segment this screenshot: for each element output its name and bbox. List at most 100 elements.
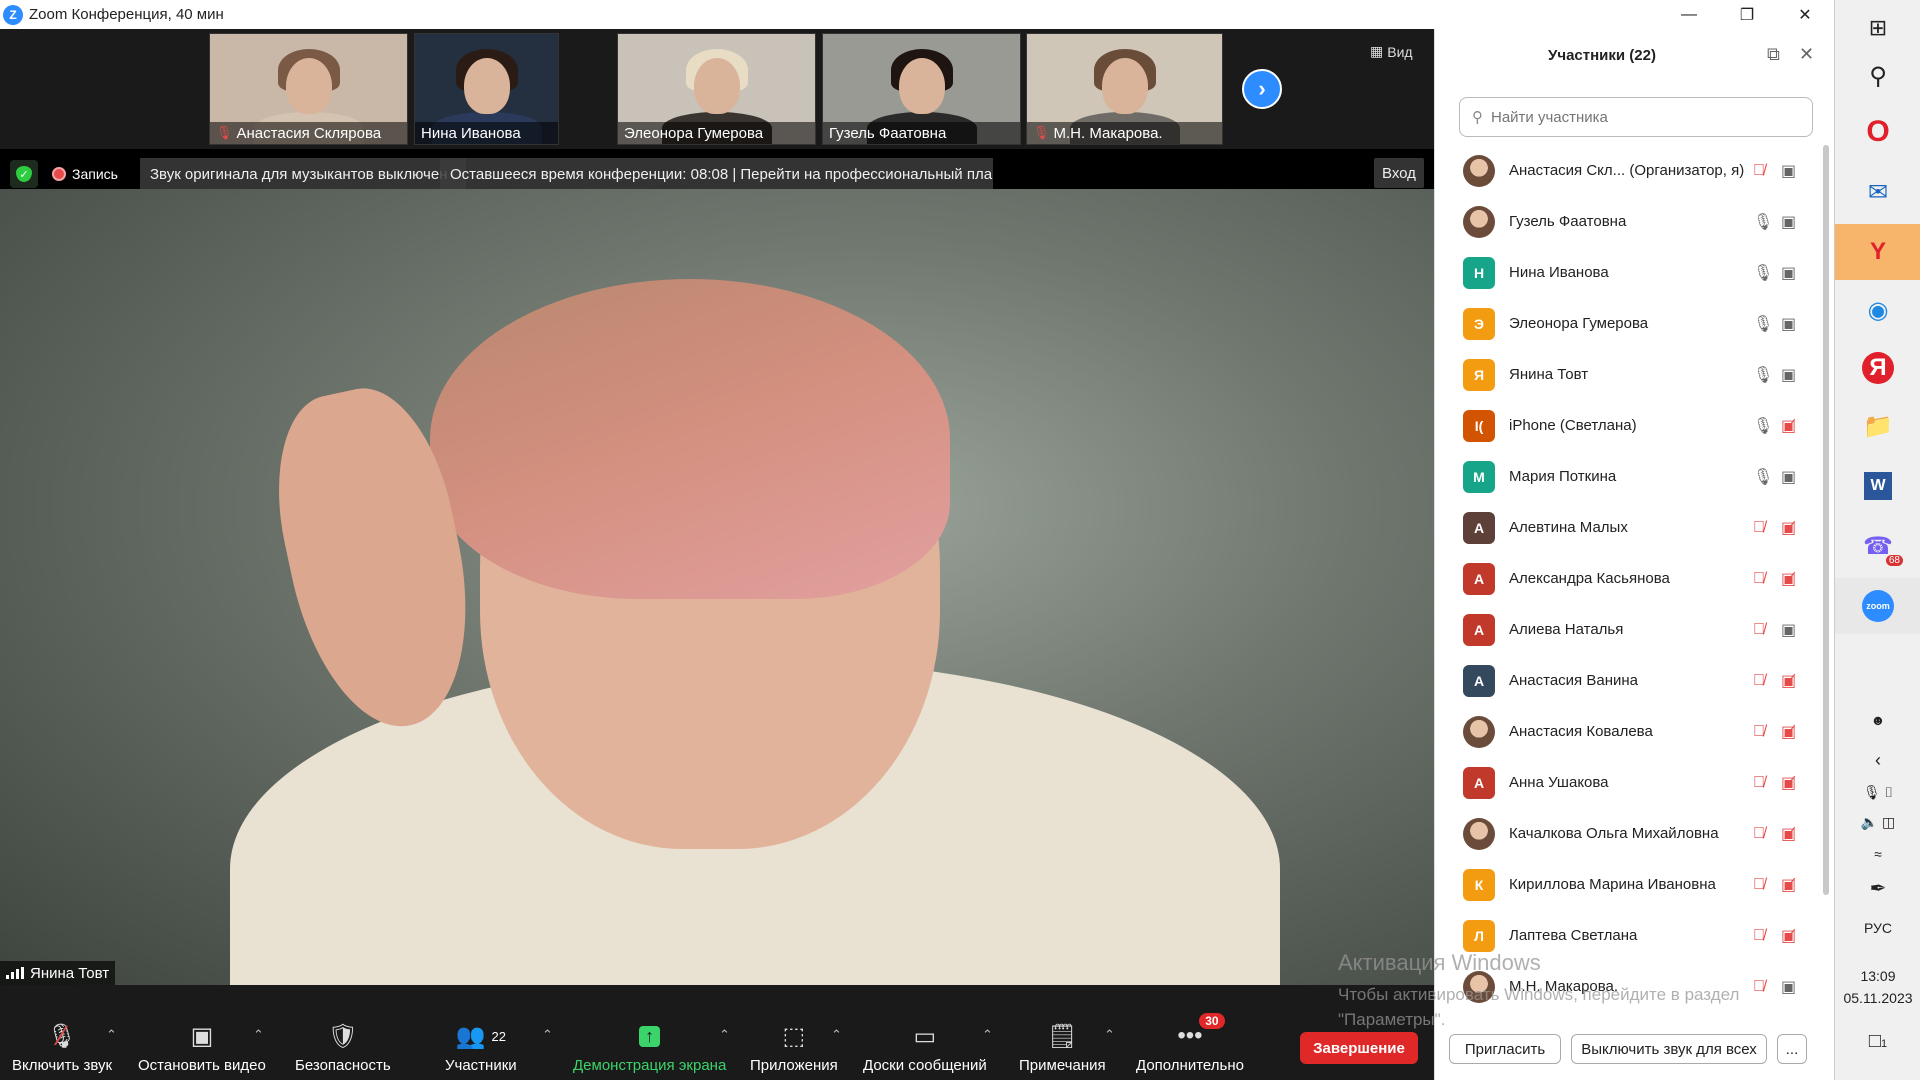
- participant-row[interactable]: Гузель Фаатовна 🎙 ▣: [1435, 196, 1825, 247]
- participant-row[interactable]: Н Нина Иванова 🎙 ▣: [1435, 247, 1825, 298]
- zoom-taskbar-icon[interactable]: zoom: [1835, 578, 1920, 634]
- participant-row[interactable]: A Александра Касьянова 🎙̸ ▣̸: [1435, 553, 1825, 604]
- next-page-button[interactable]: ›: [1242, 69, 1282, 109]
- participant-row[interactable]: A Анна Ушакова 🎙̸ ▣̸: [1435, 757, 1825, 808]
- camera-on-icon[interactable]: ▣: [1781, 212, 1796, 232]
- unmute-button[interactable]: 🎙 ∕ Включить звук: [12, 1020, 112, 1074]
- apps-button[interactable]: ⬚ Приложения: [750, 1021, 838, 1075]
- participant-row[interactable]: A Алиева Наталья 🎙̸ ▣: [1435, 604, 1825, 655]
- wifi-tray-icon[interactable]: ≈: [1835, 846, 1920, 862]
- participants-options-caret[interactable]: ⌃: [542, 1027, 553, 1043]
- viber-icon[interactable]: ☎ 68: [1835, 518, 1920, 574]
- participant-row[interactable]: Качалкова Ольга Михайловна 🎙̸ ▣̸: [1435, 808, 1825, 859]
- mic-off-icon[interactable]: 🎙̸: [1753, 825, 1765, 843]
- language-indicator[interactable]: РУС: [1835, 920, 1920, 936]
- participant-thumbnail[interactable]: 🎙 М.Н. Макарова.: [1026, 33, 1223, 145]
- camera-off-icon[interactable]: ▣̸: [1781, 926, 1796, 946]
- camera-on-icon[interactable]: ▣: [1781, 977, 1796, 997]
- stop-video-button[interactable]: ▣ Остановить видео: [138, 1021, 266, 1075]
- notes-options-caret[interactable]: ⌃: [1104, 1027, 1115, 1043]
- edge-browser-icon[interactable]: ◉: [1835, 282, 1920, 338]
- opera-browser-icon[interactable]: O: [1835, 104, 1920, 160]
- popout-icon[interactable]: ⧉: [1767, 44, 1780, 65]
- encryption-shield-icon[interactable]: ✓: [10, 160, 38, 188]
- audio-options-caret[interactable]: ⌃: [106, 1027, 117, 1043]
- notifications-icon[interactable]: □1: [1835, 1030, 1920, 1053]
- camera-on-icon[interactable]: ▣: [1781, 467, 1796, 487]
- camera-on-icon[interactable]: ▣: [1781, 365, 1796, 385]
- participant-thumbnail[interactable]: 🎙 Анастасия Склярова: [209, 33, 408, 145]
- end-meeting-button[interactable]: Завершение: [1300, 1032, 1418, 1064]
- invite-button[interactable]: Пригласить: [1449, 1034, 1561, 1064]
- camera-off-icon[interactable]: ▣̸: [1781, 875, 1796, 895]
- word-icon[interactable]: W: [1835, 458, 1920, 514]
- participant-search[interactable]: ⚲: [1459, 97, 1813, 137]
- mic-off-icon[interactable]: 🎙̸: [1753, 519, 1765, 537]
- mic-off-icon[interactable]: 🎙̸: [1753, 927, 1765, 945]
- whiteboards-options-caret[interactable]: ⌃: [982, 1027, 993, 1043]
- participant-list-scrollbar[interactable]: [1823, 145, 1829, 895]
- participant-row[interactable]: A Анастасия Ванина 🎙̸ ▣̸: [1435, 655, 1825, 706]
- mic-off-icon[interactable]: 🎙̸: [1753, 162, 1765, 180]
- participant-row[interactable]: A Алевтина Малых 🎙̸ ▣̸: [1435, 502, 1825, 553]
- notes-button[interactable]: 🗒 Примечания: [1019, 1021, 1106, 1075]
- yandex-icon[interactable]: Я: [1835, 340, 1920, 396]
- security-button[interactable]: 🛡 Безопасность: [295, 1021, 391, 1075]
- participant-row[interactable]: Э Элеонора Гумерова 🎙 ▣: [1435, 298, 1825, 349]
- mail-icon[interactable]: ✉: [1835, 164, 1920, 220]
- file-explorer-icon[interactable]: 📁: [1835, 398, 1920, 454]
- share-options-caret[interactable]: ⌃: [719, 1027, 730, 1043]
- more-button[interactable]: ••• 30 Дополнительно: [1136, 1013, 1244, 1074]
- camera-on-icon[interactable]: ▣: [1781, 263, 1796, 283]
- camera-off-icon[interactable]: ▣̸: [1781, 824, 1796, 844]
- show-hidden-icons-chevron[interactable]: ‹: [1835, 750, 1920, 771]
- participant-row[interactable]: М Мария Поткина 🎙 ▣: [1435, 451, 1825, 502]
- mic-off-icon[interactable]: 🎙̸: [1753, 978, 1765, 996]
- participant-thumbnail[interactable]: Нина Иванова: [414, 33, 559, 145]
- participants-button[interactable]: 👥 22 Участники: [445, 1021, 517, 1075]
- mic-off-icon[interactable]: 🎙̸: [1753, 774, 1765, 792]
- mic-off-icon[interactable]: 🎙̸: [1753, 723, 1765, 741]
- participant-thumbnail[interactable]: Элеонора Гумерова: [617, 33, 816, 145]
- mic-on-icon[interactable]: 🎙: [1753, 416, 1773, 436]
- video-options-caret[interactable]: ⌃: [253, 1027, 264, 1043]
- participant-thumbnail[interactable]: Гузель Фаатовна: [822, 33, 1021, 145]
- minimize-button[interactable]: —: [1660, 0, 1718, 29]
- camera-off-icon[interactable]: ▣̸: [1781, 569, 1796, 589]
- close-window-button[interactable]: ✕: [1776, 0, 1834, 29]
- view-button[interactable]: ▦ Вид: [1370, 43, 1413, 60]
- recording-indicator[interactable]: Запись: [52, 160, 118, 188]
- search-input[interactable]: [1491, 108, 1791, 126]
- mute-all-button[interactable]: Выключить звук для всех: [1571, 1034, 1767, 1064]
- camera-on-icon[interactable]: ▣: [1781, 620, 1796, 640]
- mic-on-icon[interactable]: 🎙: [1753, 212, 1773, 232]
- participant-row[interactable]: Анастасия Ковалева 🎙̸ ▣̸: [1435, 706, 1825, 757]
- mic-off-icon[interactable]: 🎙̸: [1753, 672, 1765, 690]
- time-remaining-notice[interactable]: Оставшееся время конференции: 08:08 | Пе…: [440, 158, 993, 190]
- mic-on-icon[interactable]: 🎙: [1753, 314, 1773, 334]
- enter-button[interactable]: Вход: [1374, 158, 1424, 188]
- volume-tray-icon[interactable]: 🔈 ◫: [1835, 814, 1920, 831]
- people-icon[interactable]: ☻: [1835, 712, 1920, 728]
- camera-off-icon[interactable]: ▣̸: [1781, 518, 1796, 538]
- clock-time[interactable]: 13:09: [1835, 968, 1920, 984]
- participant-row[interactable]: Я Янина Товт 🎙 ▣: [1435, 349, 1825, 400]
- mic-on-icon[interactable]: 🎙: [1753, 467, 1773, 487]
- participant-row[interactable]: I(iPhone (Светлана) 🎙 ▣̸: [1435, 400, 1825, 451]
- participant-row[interactable]: К Кириллова Марина Ивановна 🎙̸ ▣̸: [1435, 859, 1825, 910]
- share-screen-button[interactable]: ↑ Демонстрация экрана: [573, 1021, 726, 1074]
- mic-off-icon[interactable]: 🎙̸: [1753, 876, 1765, 894]
- restore-button[interactable]: ❐: [1718, 0, 1776, 29]
- yandex-browser-icon[interactable]: Y: [1835, 224, 1920, 280]
- mic-tray-icon[interactable]: 🎙 ⌷: [1835, 784, 1920, 801]
- close-panel-icon[interactable]: ✕: [1799, 44, 1814, 65]
- camera-off-icon[interactable]: ▣̸: [1781, 671, 1796, 691]
- camera-off-icon[interactable]: ▣̸: [1781, 722, 1796, 742]
- panel-more-button[interactable]: ...: [1777, 1034, 1807, 1064]
- search-taskbar-icon[interactable]: ⚲: [1835, 48, 1920, 104]
- participant-row[interactable]: Анастасия Скл... (Организатор, я) 🎙̸ ▣: [1435, 145, 1825, 196]
- clock-date[interactable]: 05.11.2023: [1835, 990, 1920, 1006]
- apps-options-caret[interactable]: ⌃: [831, 1027, 842, 1043]
- camera-on-icon[interactable]: ▣: [1781, 314, 1796, 334]
- pen-tray-icon[interactable]: ✒: [1835, 876, 1920, 901]
